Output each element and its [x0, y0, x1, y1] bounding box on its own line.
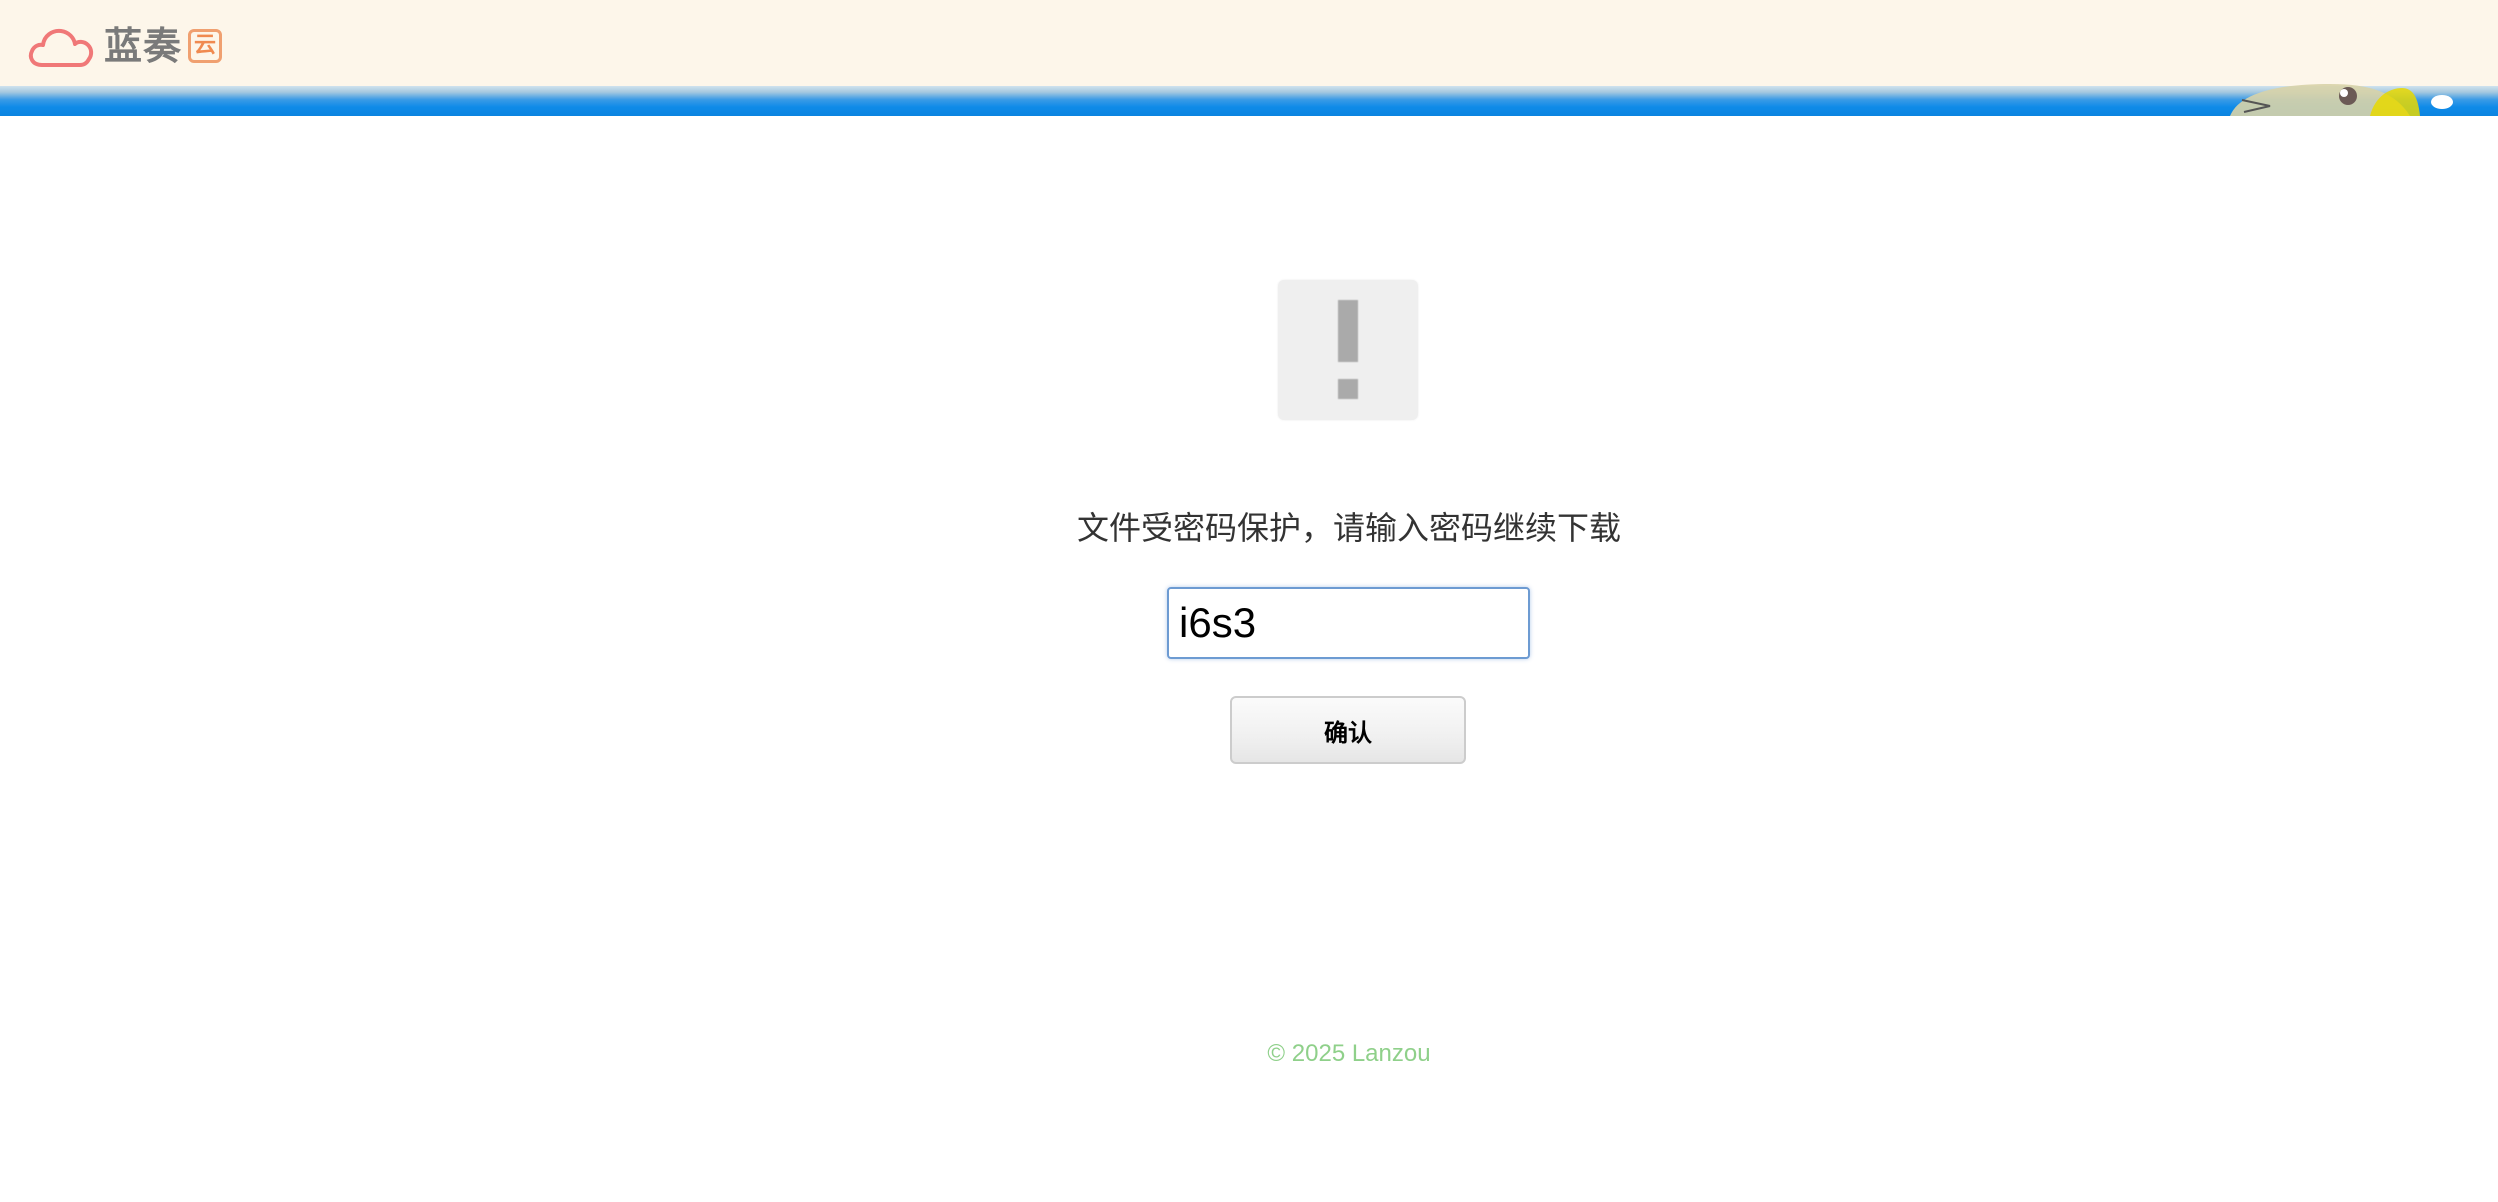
password-prompt-message: 文件受密码保护，请输入密码继续下载	[1076, 509, 1621, 547]
password-input[interactable]	[1167, 587, 1530, 659]
warning-icon-box	[1278, 280, 1418, 420]
logo-text: 蓝奏	[104, 24, 183, 68]
site-logo[interactable]: 蓝奏 云	[26, 20, 223, 72]
top-header: 蓝奏 云	[0, 0, 2498, 86]
cloud-logo-icon	[28, 28, 94, 67]
exclamation-dot	[1338, 379, 1358, 399]
mascot-decoration-icon	[2230, 84, 2453, 116]
logo-badge: 云	[188, 29, 223, 63]
exclamation-icon	[1338, 300, 1358, 362]
header-stripe	[0, 86, 2498, 116]
footer-copyright: © 2025 Lanzou	[1267, 1040, 1431, 1067]
confirm-button[interactable]: 确认	[1230, 696, 1466, 764]
